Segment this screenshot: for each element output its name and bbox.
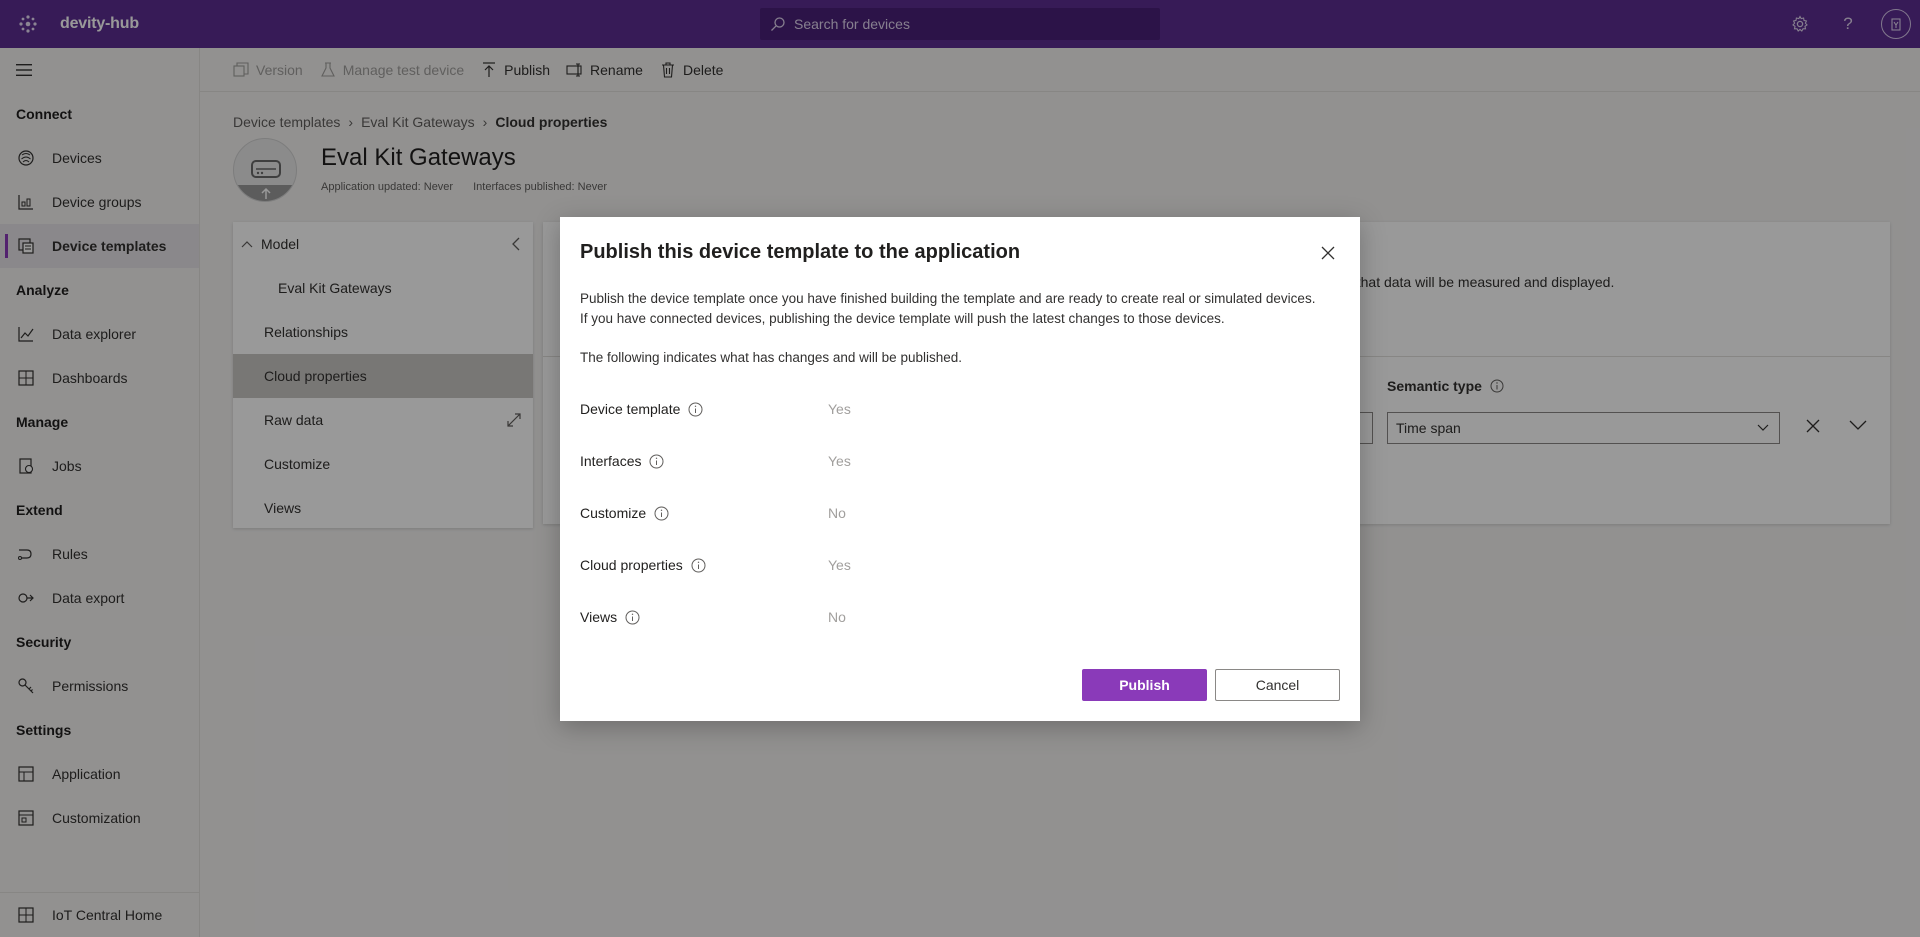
row-device-template: Device template Yes xyxy=(580,401,851,417)
dialog-description: Publish the device template once you hav… xyxy=(580,291,1316,326)
info-icon[interactable] xyxy=(691,558,706,573)
row-interfaces: Interfaces Yes xyxy=(580,453,851,469)
info-icon[interactable] xyxy=(688,402,703,417)
dialog-title: Publish this device template to the appl… xyxy=(580,241,1021,263)
close-icon[interactable] xyxy=(1318,243,1338,263)
publish-confirm-button[interactable]: Publish xyxy=(1082,669,1207,701)
row-value: No xyxy=(828,609,846,625)
row-customize: Customize No xyxy=(580,505,846,521)
info-icon[interactable] xyxy=(625,610,640,625)
info-icon[interactable] xyxy=(654,506,669,521)
row-value: Yes xyxy=(828,557,851,573)
publish-dialog: Publish this device template to the appl… xyxy=(560,217,1360,721)
row-cloud-properties: Cloud properties Yes xyxy=(580,557,851,573)
row-value: Yes xyxy=(828,453,851,469)
info-icon[interactable] xyxy=(649,454,664,469)
dialog-note: The following indicates what has changes… xyxy=(580,350,962,365)
cancel-button[interactable]: Cancel xyxy=(1215,669,1340,701)
row-views: Views No xyxy=(580,609,846,625)
row-value: Yes xyxy=(828,401,851,417)
row-value: No xyxy=(828,505,846,521)
